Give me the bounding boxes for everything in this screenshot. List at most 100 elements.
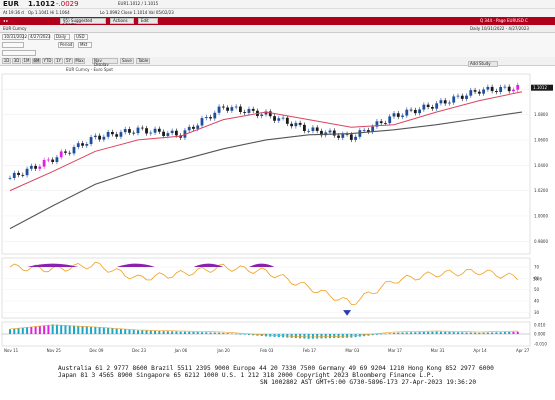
macd-bar bbox=[414, 332, 417, 334]
candle-body bbox=[315, 127, 319, 131]
candle-body bbox=[247, 108, 251, 113]
macd-bar bbox=[128, 329, 131, 334]
macd-bar bbox=[13, 328, 16, 334]
controls-row-2: Period Mkt bbox=[0, 41, 555, 49]
candle-body bbox=[209, 117, 212, 119]
candle-body bbox=[85, 143, 89, 146]
controls-row-3 bbox=[0, 49, 555, 57]
mode-select[interactable]: Mkt bbox=[78, 42, 92, 48]
price-tick-label: 1.0800 bbox=[534, 112, 548, 117]
nav-display-button[interactable]: Nav Display bbox=[92, 58, 118, 67]
suggested-charts-button[interactable]: 95) Suggested Charts bbox=[60, 18, 106, 27]
macd-bar bbox=[337, 334, 340, 338]
candle-body bbox=[196, 125, 200, 129]
rsi-overbought-fill bbox=[248, 263, 275, 268]
candle-body bbox=[55, 157, 59, 162]
range-end-field[interactable]: 4/27/2023 bbox=[28, 34, 51, 40]
macd-bar bbox=[388, 333, 391, 334]
candle-body bbox=[119, 132, 123, 137]
range-1y[interactable]: 1Y bbox=[54, 58, 63, 64]
candle-body bbox=[358, 130, 362, 137]
candle-body bbox=[12, 172, 16, 178]
toolbar-right-text: Q 344 - Page EURUSD C bbox=[480, 18, 528, 23]
macd-bar bbox=[329, 334, 331, 339]
range-ytd[interactable]: YTD bbox=[42, 58, 53, 64]
security-label[interactable]: EUR Curncy bbox=[3, 27, 27, 31]
candle-body bbox=[507, 86, 511, 92]
candle-body bbox=[76, 143, 80, 148]
candle-body bbox=[273, 116, 276, 121]
x-axis-label: Apr 14 bbox=[473, 348, 487, 353]
candle-body bbox=[260, 114, 264, 117]
candle-body bbox=[422, 104, 426, 110]
table-button[interactable]: Table bbox=[136, 58, 150, 64]
macd-bar bbox=[43, 325, 46, 334]
macd-bar bbox=[324, 334, 327, 339]
candle-body bbox=[47, 159, 50, 161]
macd-bar bbox=[73, 325, 75, 334]
edit-button[interactable]: Edit bbox=[138, 18, 158, 24]
range-1m[interactable]: 1M bbox=[22, 58, 31, 64]
candle-body bbox=[516, 84, 520, 90]
line-style-select[interactable] bbox=[2, 50, 36, 56]
candle-body bbox=[123, 129, 127, 133]
quote-header: EUR 1.1012 -.0029 EUR1.1012 / 1.1015 bbox=[0, 0, 555, 15]
macd-bar bbox=[482, 332, 485, 334]
macd-bar bbox=[124, 329, 127, 334]
rsi-tick-label: 50 bbox=[534, 287, 540, 292]
period-select[interactable]: Period bbox=[58, 42, 74, 48]
candle-body bbox=[204, 117, 208, 119]
macd-bar bbox=[132, 330, 135, 334]
currency-select[interactable]: USD bbox=[74, 34, 88, 40]
candle-body bbox=[38, 166, 42, 169]
candle-body bbox=[465, 95, 468, 99]
candle-body bbox=[413, 109, 417, 114]
candle-body bbox=[349, 134, 353, 140]
candle-body bbox=[337, 135, 340, 138]
range-max[interactable]: Max bbox=[74, 58, 85, 64]
macd-bar bbox=[154, 330, 157, 334]
candle-body bbox=[153, 128, 157, 133]
macd-bar bbox=[478, 332, 481, 334]
candle-body bbox=[128, 129, 131, 133]
x-axis-label: Mar 17 bbox=[388, 348, 402, 353]
actions-button[interactable]: Actions bbox=[110, 18, 134, 24]
rsi-overbought-fill bbox=[193, 263, 224, 268]
candle-body bbox=[418, 109, 421, 114]
macd-bar bbox=[218, 332, 221, 334]
range-1d[interactable]: 1D bbox=[2, 58, 11, 64]
candle-body bbox=[294, 122, 298, 127]
candle-body bbox=[495, 91, 498, 92]
candle-body bbox=[435, 103, 439, 109]
range-6m[interactable]: 6M bbox=[32, 58, 41, 64]
candle-body bbox=[51, 159, 55, 162]
macd-bar bbox=[201, 332, 203, 334]
chart-style-select[interactable] bbox=[2, 42, 24, 48]
macd-bar bbox=[77, 325, 80, 334]
macd-tick-label: -0.010 bbox=[534, 342, 547, 347]
macd-bar bbox=[81, 326, 84, 334]
range-3d[interactable]: 3D bbox=[12, 58, 21, 64]
save-button[interactable]: Save bbox=[120, 58, 134, 64]
x-axis-label: Feb 17 bbox=[303, 348, 317, 353]
candle-body bbox=[162, 131, 165, 136]
candle-body bbox=[499, 86, 503, 92]
macd-bar bbox=[209, 332, 212, 334]
rsi-overbought-fill bbox=[27, 263, 79, 268]
macd-bar bbox=[465, 332, 468, 334]
x-axis-label: Dec 09 bbox=[89, 348, 104, 353]
frequency-select[interactable]: Daily bbox=[54, 34, 70, 40]
range-5y[interactable]: 5Y bbox=[64, 58, 73, 64]
candle-body bbox=[277, 118, 281, 121]
footer: Australia 61 2 9777 8600 Brazil 5511 239… bbox=[0, 362, 555, 400]
range-start-field[interactable]: 10/31/2022 bbox=[2, 34, 27, 40]
candle-body bbox=[448, 102, 451, 104]
macd-bar bbox=[491, 332, 494, 334]
macd-bar bbox=[94, 326, 97, 334]
macd-bar bbox=[17, 328, 20, 334]
candle-body bbox=[226, 107, 229, 111]
macd-bar bbox=[380, 334, 383, 335]
x-axis-label: Dec 23 bbox=[132, 348, 147, 353]
macd-bar bbox=[30, 326, 33, 334]
macd-bar bbox=[418, 332, 421, 334]
